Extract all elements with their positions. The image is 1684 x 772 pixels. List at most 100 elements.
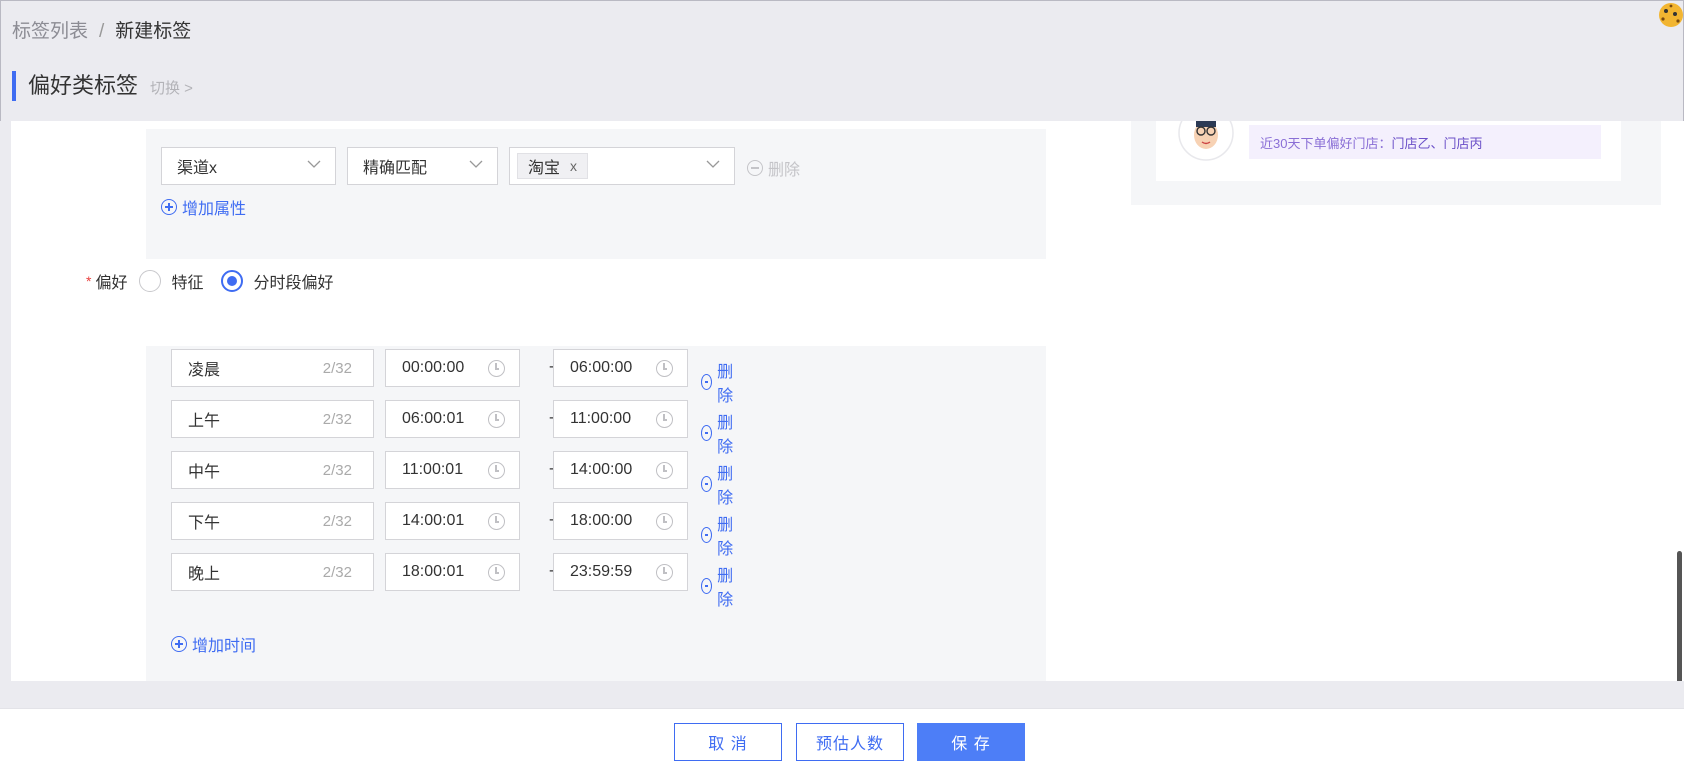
end-time-picker[interactable]: 18:00:00	[553, 502, 688, 540]
section-title-bar: 偏好类标签 切换 >	[12, 71, 193, 101]
clock-icon	[488, 564, 505, 581]
end-time-picker[interactable]: 11:00:00	[553, 400, 688, 438]
vertical-scrollbar[interactable]	[1677, 551, 1682, 681]
start-time-picker[interactable]: 18:00:01	[385, 553, 520, 591]
clock-icon	[488, 462, 505, 479]
value-tag: 淘宝 x	[517, 153, 589, 179]
store-preference-note: 近30天下单偏好门店： 门店乙、门店丙	[1249, 125, 1601, 159]
slot-delete-label: 删除	[717, 364, 734, 405]
slot-name-value: 凌晨	[188, 362, 221, 379]
switch-link[interactable]: 切换 >	[150, 77, 193, 98]
end-time-value: 06:00:00	[570, 359, 633, 376]
char-count: 2/32	[322, 563, 352, 581]
breadcrumb-current: 新建标签	[115, 21, 192, 42]
radio-feature[interactable]	[139, 270, 162, 292]
attribute-delete-label: 删除	[768, 162, 801, 179]
slot-name-value: 晚上	[188, 566, 221, 583]
clock-icon	[488, 411, 505, 428]
clock-icon	[656, 564, 673, 581]
start-time-value: 14:00:01	[402, 512, 465, 529]
breadcrumb-parent[interactable]: 标签列表	[12, 21, 88, 42]
start-time-picker[interactable]: 06:00:01	[385, 400, 520, 438]
slot-delete-button[interactable]: 删除	[701, 409, 738, 457]
radio-time-period[interactable]	[221, 270, 244, 292]
save-button[interactable]: 保 存	[917, 723, 1025, 761]
end-time-value: 23:59:59	[570, 563, 633, 580]
preference-label: 偏好	[95, 275, 128, 292]
slot-delete-label: 删除	[717, 568, 734, 609]
minus-circle-icon	[701, 476, 713, 492]
footer-bar: 取 消 预估人数 保 存	[0, 708, 1684, 772]
slot-delete-button[interactable]: 删除	[701, 562, 738, 610]
minus-circle-icon	[701, 425, 713, 441]
plus-circle-icon	[161, 199, 177, 215]
start-time-picker[interactable]: 14:00:01	[385, 502, 520, 540]
slot-delete-label: 删除	[717, 415, 734, 456]
end-time-picker[interactable]: 23:59:59	[553, 553, 688, 591]
minus-circle-icon	[701, 374, 713, 390]
char-count: 2/32	[322, 461, 352, 479]
slot-name-input[interactable]: 上午 2/32	[171, 400, 374, 438]
page-title: 偏好类标签	[28, 73, 139, 98]
channel-select[interactable]: 渠道x	[161, 147, 336, 185]
avatar	[1178, 121, 1234, 161]
char-count: 2/32	[322, 410, 352, 428]
char-count: 2/32	[322, 512, 352, 530]
clock-icon	[488, 513, 505, 530]
add-time-button[interactable]: 增加时间	[171, 632, 256, 656]
cancel-button[interactable]: 取 消	[674, 723, 782, 761]
minus-circle-icon	[701, 578, 713, 594]
value-tag-label: 淘宝	[528, 160, 561, 177]
attribute-delete-button[interactable]: 删除	[747, 156, 800, 180]
channel-select-value: 渠道x	[177, 160, 218, 177]
preference-field: * 偏好 特征 分时段偏好	[86, 269, 334, 293]
add-time-label: 增加时间	[192, 638, 257, 655]
clock-icon	[656, 462, 673, 479]
preview-inner: 近30天下单偏好门店： 门店乙、门店丙	[1156, 121, 1621, 181]
end-time-picker[interactable]: 06:00:00	[553, 349, 688, 387]
value-multiselect[interactable]: 淘宝 x	[509, 147, 735, 185]
char-count: 2/32	[322, 359, 352, 377]
preview-card: 近30天下单偏好门店： 门店乙、门店丙	[1131, 121, 1661, 205]
slot-name-value: 中午	[188, 464, 221, 481]
radio-time-period-label[interactable]: 分时段偏好	[253, 269, 333, 293]
store-note-stores: 门店乙、门店丙	[1391, 135, 1483, 151]
breadcrumb: 标签列表 / 新建标签	[12, 16, 191, 43]
slot-name-value: 下午	[188, 515, 221, 532]
slot-delete-button[interactable]: 删除	[701, 460, 738, 508]
tag-remove-icon[interactable]: x	[570, 158, 577, 174]
slot-name-input[interactable]: 中午 2/32	[171, 451, 374, 489]
add-attribute-label: 增加属性	[182, 201, 247, 218]
estimate-button[interactable]: 预估人数	[796, 723, 904, 761]
minus-circle-icon	[747, 160, 763, 176]
chevron-down-icon	[706, 160, 720, 168]
end-time-value: 11:00:00	[570, 410, 632, 427]
match-select[interactable]: 精确匹配	[347, 147, 498, 185]
clock-icon	[656, 411, 673, 428]
start-time-value: 00:00:00	[402, 359, 465, 376]
slot-name-input[interactable]: 凌晨 2/32	[171, 349, 374, 387]
end-time-value: 14:00:00	[570, 461, 633, 478]
radio-feature-label[interactable]: 特征	[171, 269, 203, 293]
chevron-down-icon	[307, 160, 321, 168]
add-attribute-button[interactable]: 增加属性	[161, 195, 246, 219]
clock-icon	[656, 360, 673, 377]
required-marker: *	[86, 273, 92, 289]
slot-delete-button[interactable]: 删除	[701, 358, 738, 406]
slot-name-input[interactable]: 晚上 2/32	[171, 553, 374, 591]
clock-icon	[656, 513, 673, 530]
slot-name-input[interactable]: 下午 2/32	[171, 502, 374, 540]
end-time-picker[interactable]: 14:00:00	[553, 451, 688, 489]
breadcrumb-separator: /	[99, 21, 105, 42]
start-time-value: 06:00:01	[402, 410, 465, 427]
chevron-down-icon	[469, 160, 483, 168]
slot-delete-button[interactable]: 删除	[701, 511, 738, 559]
store-note-prefix: 近30天下单偏好门店：	[1260, 135, 1392, 151]
slot-delete-label: 删除	[717, 517, 734, 558]
plus-circle-icon	[171, 636, 187, 652]
start-time-picker[interactable]: 11:00:01	[385, 451, 520, 489]
start-time-picker[interactable]: 00:00:00	[385, 349, 520, 387]
page-header: 标签列表 / 新建标签 偏好类标签 切换 >	[0, 0, 1684, 121]
slot-delete-label: 删除	[717, 466, 734, 507]
clock-icon	[488, 360, 505, 377]
